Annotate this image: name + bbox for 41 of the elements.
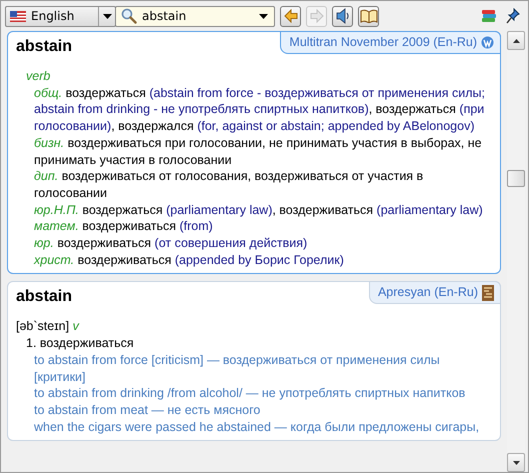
language-dropdown[interactable]: English	[5, 6, 116, 26]
search-field[interactable]: abstain	[142, 9, 254, 23]
sound-button[interactable]	[332, 6, 353, 26]
speaker-icon	[334, 8, 350, 24]
sense-translation: 1. воздерживаться	[25, 335, 135, 352]
translation-entry: христ. воздерживаться (appended by Борис Горелик)	[32, 252, 345, 268]
books-icon[interactable]	[481, 9, 497, 23]
back-button[interactable]	[280, 6, 301, 26]
headword: abstain	[16, 37, 72, 57]
scroll-up-button[interactable]	[507, 31, 525, 50]
scroll-down-button[interactable]	[507, 453, 525, 472]
scroll-thumb[interactable]	[507, 170, 525, 187]
translation-entry: общ. воздержаться (abstain from force - воздерживаться от применения силы; abstain from drinking - не употреблять спиртных напитков), воздержаться (при голосовании), воздержался (for, against or abstain; appended by ABelonogov)	[33, 84, 486, 135]
search-combobox[interactable]: abstain	[115, 6, 275, 26]
flag-icon	[10, 10, 26, 22]
transcription: [əb`steɪn]	[16, 319, 70, 334]
source-name: Apresyan (En-Ru)	[378, 284, 478, 302]
book-icon	[360, 9, 378, 23]
pin-icon[interactable]	[506, 8, 520, 24]
translation-entry: юр.Н.П. воздержаться (parliamentary law), воздерживаться (parliamentary law)	[33, 202, 484, 218]
caret-icon	[102, 14, 112, 18]
up-arrow-icon	[512, 38, 520, 42]
translation-entry: матем. воздерживаться (from)	[33, 218, 214, 236]
source-tab[interactable]: Multitran November 2009 (En-Ru)	[280, 31, 501, 54]
usage-example: to abstain from drinking /from alcohol/ — не употреблять спиртных напитков	[33, 385, 466, 402]
translation-entry: юр. воздерживаться (от совершения действия)	[33, 235, 308, 252]
down-arrow-icon	[512, 460, 520, 464]
scrollbar[interactable]	[507, 31, 525, 472]
book-button[interactable]	[358, 6, 379, 26]
part-of-speech: verb	[26, 68, 52, 85]
right-arrow-icon	[310, 9, 324, 23]
part-of-speech: v	[72, 319, 79, 334]
search-icon	[121, 8, 137, 24]
caret-icon	[259, 14, 268, 18]
usage-example: when the cigars were passed he abstained — когда были предложены сигары,	[33, 418, 480, 436]
book-cover-icon	[482, 284, 494, 301]
source-name: Multitran November 2009 (En-Ru)	[289, 34, 477, 51]
left-arrow-icon	[284, 9, 298, 23]
usage-example: to abstain from meat — не есть мясного	[33, 402, 262, 419]
headword: abstain	[16, 287, 72, 308]
source-tab[interactable]: Apresyan (En-Ru)	[368, 281, 501, 304]
